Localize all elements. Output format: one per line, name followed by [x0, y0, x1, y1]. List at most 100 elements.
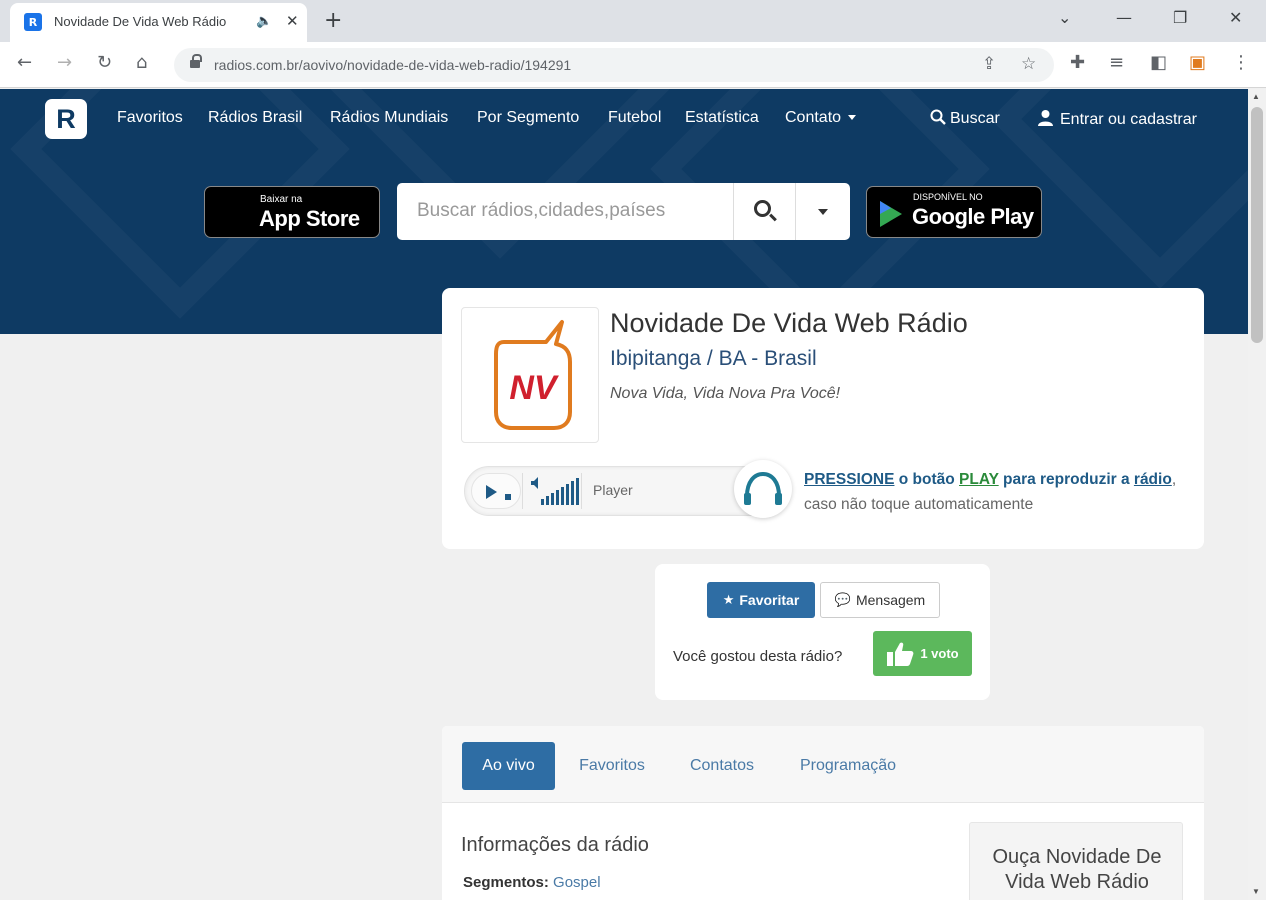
nav-entrar[interactable]: Entrar ou cadastrar — [1037, 109, 1197, 129]
player-instructions: PRESSIONE o botão PLAY para reproduzir a… — [804, 467, 1189, 517]
site-logo-letter: R — [56, 103, 76, 134]
radio-link[interactable]: rádio — [1134, 471, 1172, 488]
close-tab-icon[interactable]: ✕ — [286, 12, 299, 30]
station-logo-text: NV — [509, 369, 560, 407]
nav-estatistica[interactable]: Estatística — [685, 109, 759, 127]
headphones-icon — [744, 471, 782, 505]
user-icon — [1038, 110, 1053, 126]
favoritar-button[interactable]: ★ Favoritar — [707, 582, 815, 618]
speaker-icon[interactable]: 🔈 — [256, 13, 272, 29]
play-link[interactable]: PLAY — [959, 471, 999, 488]
nav-favoritos[interactable]: Favoritos — [117, 109, 183, 127]
thumbs-up-icon — [887, 642, 914, 666]
nav-contato-label: Contato — [785, 109, 842, 126]
station-card: NV Novidade De Vida Web Rádio Ibipitanga… — [442, 288, 1204, 549]
star-icon: ★ — [722, 592, 735, 608]
station-slogan: Nova Vida, Vida Nova Pra Você! — [610, 385, 841, 402]
note-text: para reproduzir a — [998, 471, 1134, 488]
app-store-small-text: Baixar na — [260, 194, 303, 205]
segmentos-value[interactable]: Gospel — [553, 874, 601, 891]
tab-title: Novidade De Vida Web Rádio — [54, 14, 227, 29]
vote-button[interactable]: 1 voto — [873, 631, 972, 676]
home-icon[interactable]: ⌂ — [136, 52, 147, 73]
nav-radios-mundiais[interactable]: Rádios Mundiais — [330, 109, 448, 127]
new-tab-icon[interactable]: + — [324, 8, 342, 33]
extension-nv-icon[interactable]: ▣ — [1189, 52, 1206, 73]
site-favicon-icon: R — [24, 13, 42, 31]
note-text: o botão — [894, 471, 960, 488]
info-title: Informações da rádio — [461, 834, 649, 856]
scroll-thumb[interactable] — [1251, 107, 1263, 343]
caret-down-icon — [848, 115, 857, 121]
close-window-icon[interactable]: ✕ — [1229, 8, 1242, 27]
app-store-badge[interactable]: Baixar na App Store — [204, 186, 380, 238]
mensagem-button[interactable]: 💬 Mensagem — [820, 582, 940, 618]
app-store-big-text: App Store — [259, 206, 360, 231]
station-logo-image: NV — [494, 320, 572, 430]
nav-por-segmento[interactable]: Por Segmento — [477, 109, 579, 127]
scroll-down-arrow-icon[interactable]: ▼ — [1252, 887, 1260, 896]
segmentos-line: Segmentos: Gospel — [463, 874, 601, 891]
player-divider — [581, 473, 582, 509]
side-panel-icon[interactable]: ◧ — [1150, 52, 1167, 73]
page-scrollbar[interactable]: ▲ ▼ — [1248, 89, 1266, 900]
restore-icon[interactable]: ❐ — [1173, 8, 1187, 27]
bookmark-star-icon[interactable]: ☆ — [1021, 54, 1036, 74]
segmentos-label: Segmentos: — [463, 874, 549, 891]
google-play-badge[interactable]: DISPONÍVEL NO Google Play — [866, 186, 1042, 238]
favoritar-label: Favoritar — [739, 592, 800, 608]
info-card: Ao vivo Favoritos Contatos Programação I… — [442, 726, 1204, 900]
back-icon[interactable]: ← — [17, 52, 32, 73]
action-card: ★ Favoritar 💬 Mensagem Você gostou desta… — [655, 564, 990, 700]
nav-radios-brasil[interactable]: Rádios Brasil — [208, 109, 302, 127]
search-icon — [754, 200, 771, 217]
nav-futebol[interactable]: Futebol — [608, 109, 661, 127]
player-divider — [522, 473, 523, 509]
volume-slider[interactable] — [531, 477, 579, 505]
nav-buscar[interactable]: Buscar — [930, 109, 1000, 128]
search-dropdown-button[interactable] — [795, 183, 850, 240]
browser-toolbar: ← → ↻ ⌂ radios.com.br/aovivo/novidade-de… — [0, 42, 1266, 88]
reading-list-icon[interactable]: ≡ — [1109, 52, 1124, 73]
nav-buscar-label: Buscar — [950, 110, 1000, 127]
nav-contato[interactable]: Contato — [785, 109, 857, 127]
menu-kebab-icon[interactable]: ⋮ — [1232, 52, 1250, 73]
headphones-button[interactable] — [734, 460, 792, 518]
browser-tab[interactable]: R Novidade De Vida Web Rádio 🔈 ✕ — [10, 3, 307, 42]
google-play-icon — [880, 201, 902, 227]
lock-icon — [190, 54, 202, 70]
player-label: Player — [593, 482, 633, 498]
url-text[interactable]: radios.com.br/aovivo/novidade-de-vida-we… — [214, 57, 571, 73]
tab-search-icon[interactable]: ⌄ — [1058, 8, 1071, 27]
browser-tab-strip: R Novidade De Vida Web Rádio 🔈 ✕ + ⌄ — ❐… — [0, 0, 1266, 42]
share-icon[interactable]: ⇪ — [982, 54, 996, 74]
tab-favoritos[interactable]: Favoritos — [568, 742, 656, 790]
scroll-up-arrow-icon[interactable]: ▲ — [1252, 92, 1260, 101]
search-box — [397, 183, 850, 240]
speaker-icon — [531, 477, 538, 489]
station-location: Ibipitanga / BA - Brasil — [610, 347, 817, 370]
station-logo: NV — [461, 307, 599, 443]
listen-text: Ouça Novidade De Vida Web Rádio — [992, 846, 1162, 893]
search-input[interactable] — [417, 199, 713, 223]
search-button[interactable] — [733, 183, 795, 240]
like-question: Você gostou desta rádio? — [673, 648, 843, 665]
tab-ao-vivo[interactable]: Ao vivo — [462, 742, 555, 790]
search-icon — [930, 109, 946, 125]
tab-contatos[interactable]: Contatos — [678, 742, 766, 790]
station-name: Novidade De Vida Web Rádio — [610, 308, 968, 338]
reload-icon[interactable]: ↻ — [97, 52, 112, 73]
chat-bubble-icon: 💬 — [834, 592, 851, 608]
web-page: R Favoritos Rádios Brasil Rádios Mundiai… — [0, 89, 1248, 900]
minimize-icon[interactable]: — — [1116, 8, 1132, 27]
vote-count: 1 voto — [920, 646, 959, 661]
nav-entrar-label: Entrar ou cadastrar — [1060, 111, 1197, 128]
forward-icon[interactable]: → — [57, 52, 72, 73]
mensagem-label: Mensagem — [855, 592, 926, 608]
extensions-icon[interactable]: ✚ — [1070, 52, 1085, 73]
pressione-link[interactable]: PRESSIONE — [804, 471, 894, 488]
tab-programacao[interactable]: Programação — [788, 742, 908, 790]
play-stop-button[interactable] — [471, 473, 521, 509]
site-logo[interactable]: R — [45, 99, 87, 139]
address-bar[interactable]: radios.com.br/aovivo/novidade-de-vida-we… — [174, 48, 1054, 82]
